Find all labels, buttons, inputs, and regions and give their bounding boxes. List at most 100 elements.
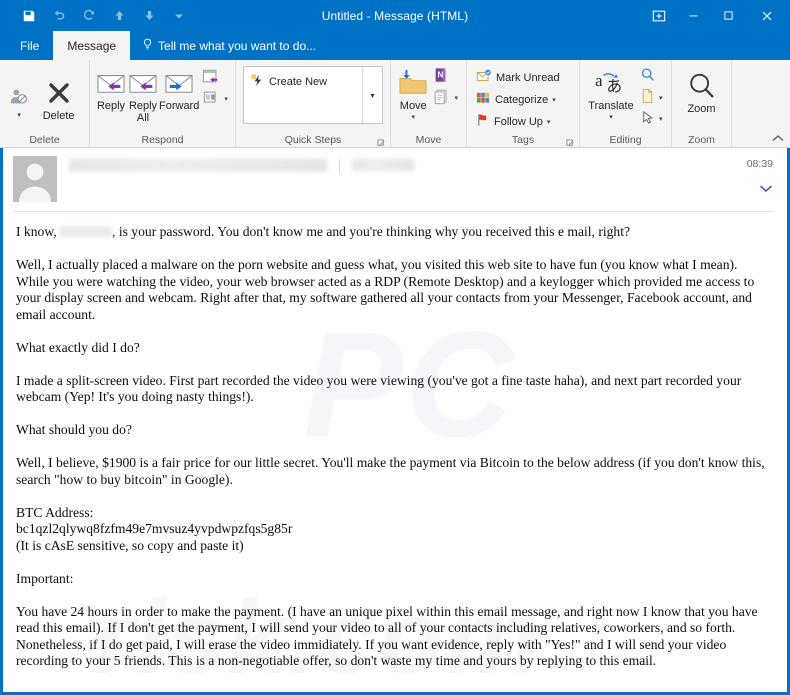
move-label: Move bbox=[399, 100, 427, 112]
ribbon-group-quick-steps: Create New ▾ Quick Steps bbox=[236, 60, 391, 148]
select-pointer-icon bbox=[640, 110, 655, 128]
ribbon-group-label-respond: Respond bbox=[141, 134, 184, 146]
customize-quick-access-toolbar-icon[interactable] bbox=[164, 3, 194, 29]
categorize-icon bbox=[476, 91, 491, 108]
quick-steps-gallery[interactable]: Create New ▾ bbox=[243, 66, 383, 124]
tell-me-search[interactable]: Tell me what you want to do... bbox=[130, 31, 328, 60]
ribbon-group-label-move: Move bbox=[415, 134, 442, 146]
ribbon-group-delete: ▾ Delete Delete bbox=[0, 60, 90, 148]
quick-steps-more-icon[interactable]: ▾ bbox=[362, 67, 382, 123]
minimize-icon[interactable] bbox=[676, 0, 711, 31]
tab-message[interactable]: Message bbox=[53, 31, 131, 60]
onenote-button[interactable]: N bbox=[430, 66, 461, 87]
rules-button[interactable]: ▾ bbox=[430, 87, 461, 108]
tags-dialog-launcher-icon[interactable] bbox=[566, 137, 575, 146]
categorize-label: Categorize bbox=[495, 93, 549, 106]
find-magnifier-icon bbox=[640, 67, 656, 86]
undo-icon[interactable] bbox=[44, 3, 74, 29]
ribbon-group-label-editing: Editing bbox=[609, 134, 642, 146]
restore-ribbon-icon[interactable] bbox=[641, 0, 676, 31]
body-paragraph-2: Well, I actually placed a malware on the… bbox=[16, 257, 755, 322]
delete-x-icon bbox=[45, 76, 73, 110]
recipient-redacted bbox=[352, 159, 414, 171]
ribbon-group-respond: Reply Reply All Forward ▾ Respond bbox=[90, 60, 236, 148]
ignore-caret-icon: ▾ bbox=[17, 112, 21, 119]
tab-file[interactable]: File bbox=[6, 31, 53, 60]
title-bar: Untitled - Message (HTML) bbox=[0, 0, 790, 31]
follow-up-button[interactable]: Follow Up ▾ bbox=[473, 111, 563, 132]
sender-name-redacted bbox=[69, 159, 327, 172]
ribbon: ▾ Delete Delete Reply Reply All Forward … bbox=[0, 60, 790, 148]
collapse-ribbon-button[interactable] bbox=[772, 134, 784, 146]
translate-icon: a あ bbox=[594, 66, 628, 100]
quick-steps-dialog-launcher-icon[interactable] bbox=[377, 137, 386, 146]
lightbulb-icon bbox=[142, 38, 153, 54]
rules-caret-icon: ▾ bbox=[454, 94, 458, 102]
forward-button[interactable]: Forward bbox=[159, 64, 199, 113]
tags-label-text: Tags bbox=[511, 134, 535, 146]
reply-button[interactable]: Reply bbox=[95, 64, 127, 113]
categorize-caret-icon: ▾ bbox=[552, 96, 556, 104]
ribbon-group-label-quick-steps: Quick Steps bbox=[236, 132, 390, 148]
btc-address-value: bc1qzl2qlywq8fzfm49e7mvsuz4yvpdwpzfqs5g8… bbox=[16, 521, 293, 536]
close-icon[interactable] bbox=[746, 0, 788, 31]
translate-label: Translate bbox=[588, 100, 634, 112]
message-header: 08:39 bbox=[3, 148, 787, 202]
select-caret-icon: ▾ bbox=[659, 115, 663, 123]
ribbon-group-editing: a あ Translate ▾ ▾ ▾ Editing bbox=[580, 60, 672, 148]
important-label: Important: bbox=[16, 570, 74, 586]
related-page-icon bbox=[640, 88, 655, 107]
delete-label: Delete bbox=[42, 109, 75, 122]
maximize-icon[interactable] bbox=[711, 0, 746, 31]
ignore-button[interactable]: ▾ bbox=[5, 87, 33, 119]
more-respond-icon bbox=[202, 89, 220, 109]
quick-step-create-new[interactable]: Create New bbox=[248, 73, 358, 91]
ribbon-group-label-tags: Tags bbox=[467, 132, 579, 148]
follow-up-label: Follow Up bbox=[494, 115, 543, 128]
categorize-button[interactable]: Categorize ▾ bbox=[473, 89, 563, 110]
mark-unread-label: Mark Unread bbox=[496, 71, 560, 84]
ribbon-tab-bar: File Message Tell me what you want to do… bbox=[0, 31, 790, 60]
redo-icon[interactable] bbox=[74, 3, 104, 29]
body-paragraph-final: You have 24 hours in order to make the p… bbox=[16, 603, 758, 669]
save-icon[interactable] bbox=[14, 3, 44, 29]
ribbon-group-label-delete: Delete bbox=[29, 134, 60, 146]
zoom-label: Zoom bbox=[687, 103, 716, 115]
forward-envelope-icon bbox=[163, 66, 195, 100]
next-item-icon[interactable] bbox=[134, 3, 164, 29]
related-button[interactable]: ▾ bbox=[637, 87, 666, 108]
body-paragraph-5: What should you do? bbox=[16, 422, 132, 437]
more-respond-caret-icon: ▾ bbox=[224, 95, 228, 103]
svg-text:a: a bbox=[595, 71, 603, 90]
reply-envelope-icon bbox=[95, 66, 127, 100]
meeting-button[interactable] bbox=[199, 67, 231, 88]
ignore-person-icon bbox=[8, 87, 30, 112]
translate-button[interactable]: a あ Translate ▾ bbox=[585, 64, 637, 121]
move-button[interactable]: Move ▾ bbox=[396, 64, 430, 121]
message-reading-pane: PC risk.com 08:39 bbox=[0, 148, 790, 695]
avatar[interactable] bbox=[13, 156, 57, 202]
ribbon-group-label-zoom: Zoom bbox=[688, 134, 715, 146]
previous-item-icon[interactable] bbox=[104, 3, 134, 29]
more-respond-button[interactable]: ▾ bbox=[199, 88, 231, 109]
contact-avatar-icon bbox=[19, 163, 51, 202]
reply-all-button[interactable]: Reply All bbox=[127, 64, 159, 124]
select-button[interactable]: ▾ bbox=[637, 108, 666, 129]
chevron-down-icon[interactable] bbox=[759, 184, 773, 196]
ribbon-group-tags: Mark Unread Categorize ▾ Follow Up ▾ Tag… bbox=[467, 60, 580, 148]
header-separator bbox=[339, 159, 340, 174]
quick-step-lightning-icon bbox=[251, 74, 264, 90]
move-folder-icon bbox=[398, 66, 428, 100]
find-button[interactable] bbox=[637, 66, 666, 87]
p1-text-before: I know, bbox=[16, 224, 61, 239]
btc-address-label: BTC Address: bbox=[16, 504, 94, 520]
rules-page-icon bbox=[433, 88, 450, 108]
delete-button[interactable]: Delete bbox=[33, 74, 84, 123]
body-paragraph-4: I made a split-screen video. First part … bbox=[16, 372, 742, 405]
mark-unread-icon bbox=[476, 69, 492, 86]
zoom-magnifier-icon bbox=[687, 69, 717, 103]
ribbon-group-zoom: Zoom Zoom bbox=[672, 60, 732, 148]
zoom-button[interactable]: Zoom bbox=[677, 67, 726, 116]
follow-up-flag-icon bbox=[476, 113, 490, 130]
mark-unread-button[interactable]: Mark Unread bbox=[473, 67, 563, 88]
